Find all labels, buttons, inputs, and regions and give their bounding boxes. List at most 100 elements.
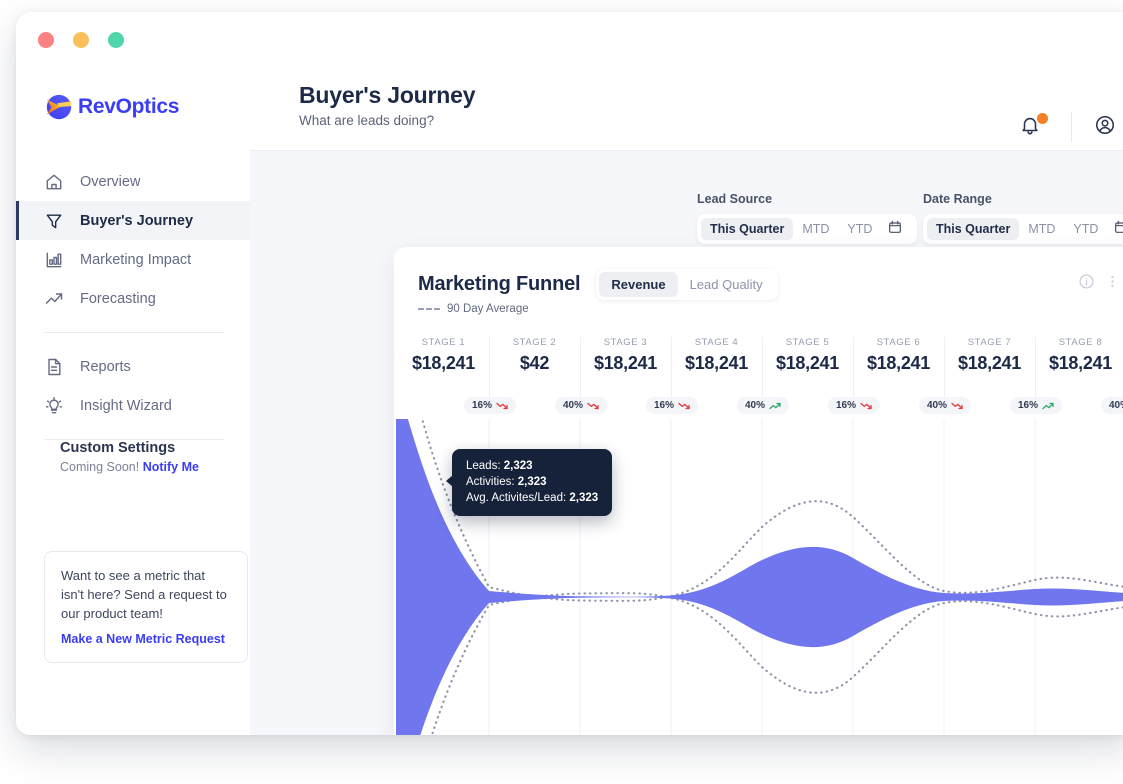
sidebar-item-reports[interactable]: Reports [16, 347, 250, 386]
revoptics-logo-icon [44, 92, 74, 122]
more-vertical-icon[interactable] [1105, 273, 1120, 295]
stage-name: STAGE 2 [512, 337, 557, 348]
notify-me-link[interactable]: Notify Me [143, 460, 199, 474]
lead-source-label: Lead Source [697, 192, 773, 206]
stage-name: STAGE 4 [694, 337, 739, 348]
legend-label: 90 Day Average [447, 303, 529, 315]
date-range-option-this-quarter[interactable]: This Quarter [927, 218, 1020, 240]
date-range-option-ytd[interactable]: YTD [1064, 218, 1107, 240]
tooltip-leads-value: 2,323 [503, 460, 533, 472]
trend-down-icon [496, 401, 508, 411]
stage-name: STAGE 1 [421, 337, 466, 348]
trend-down-icon [860, 401, 872, 411]
date-range-filter: Date Range This Quarter MTD YTD [923, 192, 1123, 244]
home-icon [44, 172, 64, 192]
trend-up-icon [769, 401, 781, 411]
tooltip-activities-label: Activities: [466, 476, 515, 488]
page-title: Buyer's Journey [299, 82, 476, 108]
conversion-percent: 16% [654, 400, 675, 411]
lead-source-option-mtd[interactable]: MTD [793, 218, 838, 240]
coming-soon-text: Coming Soon! [60, 460, 140, 474]
sidebar-item-overview[interactable]: Overview [16, 162, 250, 201]
app-root: RevOptics Overview Buyer's Journey Marke… [0, 0, 1123, 784]
stage-column-6: STAGE 6 $18,241 [853, 337, 944, 374]
main-content: Buyer's Journey What are leads doing? Le… [250, 66, 1123, 735]
window-maximize-button[interactable] [108, 32, 124, 48]
tooltip-avg-row: Avg. Activites/Lead: 2,323 [466, 490, 598, 506]
tab-lead-quality[interactable]: Lead Quality [678, 272, 775, 297]
sidebar-item-marketing-impact[interactable]: Marketing Impact [16, 240, 250, 279]
stage-column-3: STAGE 3 $18,241 [580, 337, 671, 374]
tooltip-avg-value: 2,323 [569, 492, 599, 504]
tooltip-activities-row: Activities: 2,323 [466, 474, 598, 490]
stage-value: $18,241 [867, 353, 930, 373]
notification-badge [1037, 113, 1049, 124]
metric-request-card: Want to see a metric that isn't here? Se… [44, 551, 248, 663]
stage-value: $18,241 [1049, 353, 1112, 373]
date-range-option-mtd[interactable]: MTD [1019, 218, 1064, 240]
stage-value: $18,241 [958, 353, 1021, 373]
stage-value: $42 [519, 353, 550, 373]
calendar-icon [887, 219, 903, 240]
brand-logo[interactable]: RevOptics [44, 92, 179, 122]
conversion-badge-5: 16% [828, 397, 881, 414]
stage-value: $18,241 [412, 353, 475, 373]
legend-dash-swatch [418, 308, 440, 310]
document-icon [44, 357, 64, 377]
sidebar-item-forecasting[interactable]: Forecasting [16, 279, 250, 318]
window-close-button[interactable] [38, 32, 54, 48]
stage-value: $18,241 [594, 353, 657, 373]
calendar-icon [1113, 219, 1123, 240]
tooltip-leads-label: Leads: [466, 460, 501, 472]
trend-down-icon [678, 401, 690, 411]
sidebar-item-label: Overview [80, 173, 141, 190]
sidebar-nav: Overview Buyer's Journey Marketing Impac… [16, 162, 250, 454]
stage-name: STAGE 6 [876, 337, 921, 348]
sidebar-item-label: Forecasting [80, 290, 156, 307]
filter-bar: Lead Source This Quarter MTD YTD Date Ra… [250, 151, 1123, 254]
funnel-plot[interactable]: Leads: 2,323 Activities: 2,323 Avg. Acti… [394, 419, 1123, 735]
conversion-percent: 16% [1018, 400, 1039, 411]
chart-title: Marketing Funnel [418, 273, 581, 295]
stage-column-7: STAGE 7 $18,241 [944, 337, 1035, 374]
conversion-percent: 40% [563, 400, 584, 411]
sidebar-item-buyers-journey[interactable]: Buyer's Journey [16, 201, 250, 240]
sidebar-item-insight-wizard[interactable]: Insight Wizard [16, 386, 250, 425]
lead-source-filter: Lead Source This Quarter MTD YTD [697, 192, 918, 244]
user-menu-button[interactable]: W [1094, 114, 1123, 141]
trend-down-icon [951, 401, 963, 411]
lead-source-option-this-quarter[interactable]: This Quarter [701, 218, 794, 240]
tab-revenue[interactable]: Revenue [599, 272, 678, 297]
stage-value: $18,241 [685, 353, 748, 373]
stage-column-8: STAGE 8 $18,241 [1035, 337, 1123, 374]
date-range-segmented-control: This Quarter MTD YTD [923, 214, 1123, 244]
stage-name: STAGE 3 [603, 337, 648, 348]
tooltip-activities-value: 2,323 [517, 476, 547, 488]
trending-up-icon [44, 289, 64, 309]
trend-up-icon [1042, 401, 1054, 411]
chart-view-tabs: Revenue Lead Quality [596, 269, 778, 300]
lead-source-segmented-control: This Quarter MTD YTD [697, 214, 918, 244]
conversion-percent: 40% [1109, 400, 1123, 411]
conversion-percent: 16% [836, 400, 857, 411]
header-divider [1071, 112, 1073, 142]
date-range-label: Date Range [923, 192, 992, 206]
lead-source-calendar-button[interactable] [881, 219, 913, 240]
sidebar: RevOptics Overview Buyer's Journey Marke… [16, 66, 251, 735]
info-icon[interactable] [1078, 273, 1095, 295]
conversion-badge-4: 40% [737, 397, 790, 414]
notifications-button[interactable] [1019, 113, 1049, 140]
date-range-calendar-button[interactable] [1107, 219, 1123, 240]
marketing-funnel-card: Marketing Funnel Revenue Lead Quality 90… [394, 247, 1123, 735]
stage-name: STAGE 8 [1058, 337, 1103, 348]
sidebar-item-custom-settings[interactable]: Custom Settings Coming Soon! Notify Me [44, 439, 199, 474]
make-new-metric-request-link[interactable]: Make a New Metric Request [61, 632, 225, 646]
window-minimize-button[interactable] [73, 32, 89, 48]
conversion-percent: 40% [927, 400, 948, 411]
sidebar-item-label: Insight Wizard [80, 397, 172, 414]
bell-icon [1019, 117, 1041, 140]
funnel-tooltip: Leads: 2,323 Activities: 2,323 Avg. Acti… [445, 449, 613, 516]
card-actions [1078, 273, 1120, 295]
tooltip-avg-label: Avg. Activites/Lead: [466, 492, 567, 504]
lead-source-option-ytd[interactable]: YTD [838, 218, 881, 240]
